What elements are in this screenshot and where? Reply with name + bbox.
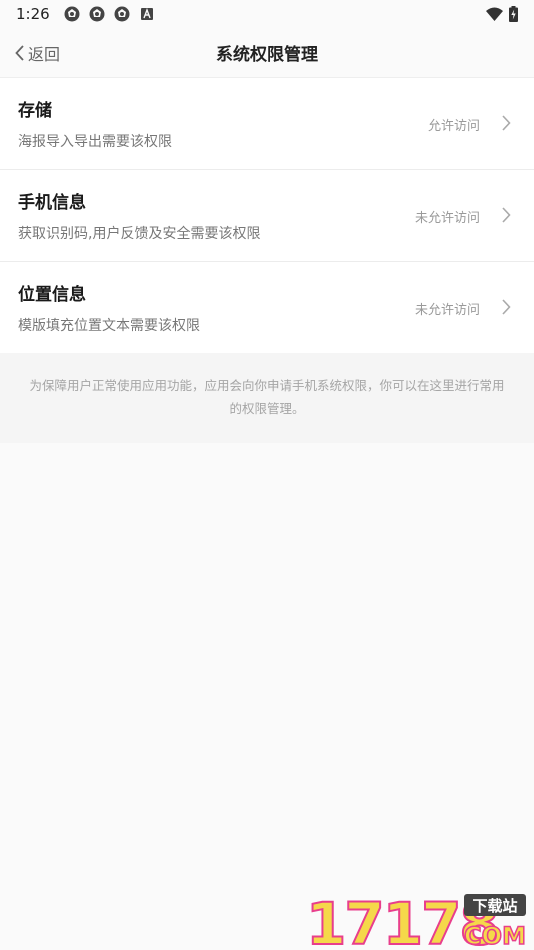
permission-item-storage[interactable]: 存储 海报导入导出需要该权限 允许访问 (0, 78, 534, 170)
page-title: 系统权限管理 (216, 45, 318, 65)
back-label: 返回 (28, 45, 61, 64)
permission-status: 未允许访问 (414, 211, 480, 226)
site-watermark-logo: 17178 下载站 COM (305, 889, 527, 948)
permission-item-location[interactable]: 位置信息 模版填充位置文本需要该权限 未允许访问 (0, 262, 534, 354)
footer-note: 为保障用户正常使用应用功能，应用会向你申请手机系统权限，你可以在这里进行常用的权… (0, 353, 534, 443)
permission-item-phone-info[interactable]: 手机信息 获取识别码,用户反馈及安全需要该权限 未允许访问 (0, 170, 534, 262)
back-button[interactable]: 返回 (14, 40, 60, 66)
chevron-right-icon (502, 115, 511, 131)
permission-description: 海报导入导出需要该权限 (18, 134, 172, 150)
aperture-icon (64, 6, 80, 22)
permission-title: 位置信息 (18, 285, 86, 305)
chevron-right-icon (502, 299, 511, 315)
a-box-icon (139, 6, 155, 22)
watermark-suffix: COM (464, 922, 526, 948)
permission-list: 存储 海报导入导出需要该权限 允许访问 手机信息 获取识别码,用户反馈及安全需要… (0, 78, 534, 354)
chevron-right-icon (502, 207, 511, 223)
permission-status: 未允许访问 (414, 303, 480, 318)
permission-description: 获取识别码,用户反馈及安全需要该权限 (18, 226, 261, 242)
watermark-tag: 下载站 (472, 897, 517, 915)
status-right-icons (486, 6, 518, 22)
navigation-bar: 返回 系统权限管理 (0, 28, 534, 78)
permission-description: 模版填充位置文本需要该权限 (18, 318, 200, 334)
aperture-icon (89, 6, 105, 22)
battery-charging-icon (509, 6, 518, 22)
wifi-icon (486, 7, 503, 21)
status-time: 1:26 (16, 5, 50, 23)
aperture-icon (114, 6, 130, 22)
chevron-left-icon (14, 44, 26, 62)
status-bar: 1:26 (0, 0, 534, 28)
permission-title: 存储 (18, 101, 52, 121)
permission-title: 手机信息 (18, 193, 86, 213)
permission-status: 允许访问 (427, 119, 480, 134)
